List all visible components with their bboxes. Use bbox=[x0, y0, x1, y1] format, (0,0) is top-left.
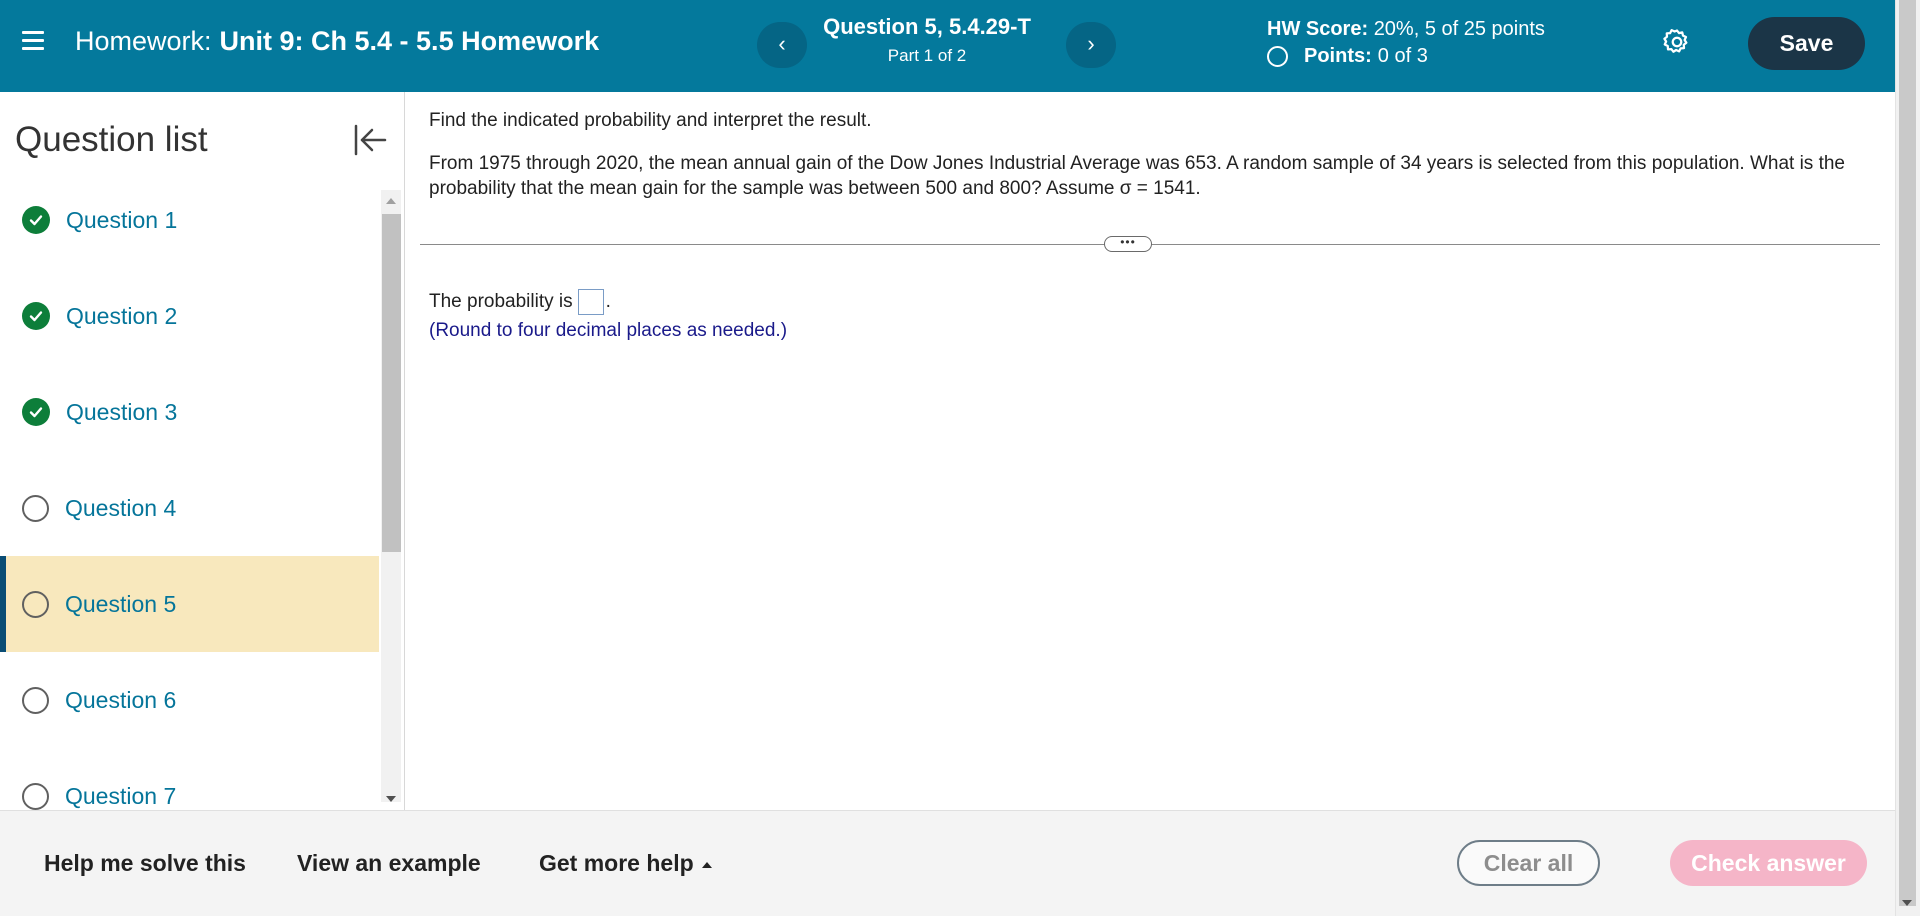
divider-resize-handle[interactable]: ••• bbox=[1104, 236, 1152, 252]
scroll-up-arrow-icon[interactable] bbox=[386, 198, 396, 204]
homework-name: Unit 9: Ch 5.4 - 5.5 Homework bbox=[219, 26, 600, 56]
collapse-left-icon[interactable] bbox=[352, 122, 388, 158]
question-area: Find the indicated probability and inter… bbox=[420, 92, 1880, 810]
question-item-7[interactable]: Question 7 bbox=[0, 748, 379, 810]
view-example-button[interactable]: View an example bbox=[297, 850, 481, 877]
answer-line: The probability is . bbox=[429, 289, 611, 315]
points-value: 0 of 3 bbox=[1377, 45, 1428, 67]
sidebar-scrollbar-thumb[interactable] bbox=[382, 214, 401, 552]
chevron-left-icon: ‹ bbox=[778, 31, 786, 56]
question-part: Part 1 of 2 bbox=[887, 46, 967, 65]
question-item-5[interactable]: Question 5 bbox=[0, 556, 379, 652]
question-item-3[interactable]: Question 3 bbox=[0, 364, 379, 460]
help-me-solve-button[interactable]: Help me solve this bbox=[44, 850, 246, 877]
gear-icon[interactable] bbox=[1662, 27, 1692, 57]
hw-score: HW Score: 20%, 5 of 25 points bbox=[1267, 18, 1545, 41]
question-item-label: Question 2 bbox=[66, 302, 178, 329]
empty-circle-icon bbox=[22, 590, 49, 618]
hw-score-value: 20%, 5 of 25 points bbox=[1373, 18, 1545, 40]
homework-prefix: Homework: bbox=[75, 26, 212, 56]
next-question-button[interactable]: › bbox=[1066, 22, 1116, 68]
empty-circle-icon bbox=[1267, 46, 1288, 67]
clear-all-button[interactable]: Clear all bbox=[1457, 840, 1600, 886]
answer-suffix: . bbox=[605, 291, 611, 312]
question-item-1[interactable]: Question 1 bbox=[0, 172, 379, 268]
sidebar-title: Question list bbox=[15, 120, 208, 159]
check-circle-icon bbox=[22, 398, 50, 426]
rounding-note: (Round to four decimal places as needed.… bbox=[429, 320, 788, 341]
question-title: Question 5, 5.4.29-T bbox=[823, 14, 1031, 39]
question-item-label: Question 3 bbox=[66, 398, 178, 425]
points-status: Points: 0 of 3 bbox=[1267, 45, 1428, 68]
empty-circle-icon bbox=[22, 494, 49, 522]
question-list-sidebar: Question list Question 1 Question 2 Ques… bbox=[0, 92, 405, 810]
question-item-label: Question 5 bbox=[65, 590, 177, 617]
get-more-help-button[interactable]: Get more help bbox=[539, 850, 712, 877]
footer-bar: Help me solve this View an example Get m… bbox=[0, 810, 1895, 916]
question-item-label: Question 7 bbox=[65, 782, 177, 809]
empty-circle-icon bbox=[22, 686, 49, 714]
get-more-help-label: Get more help bbox=[539, 850, 694, 876]
question-list: Question 1 Question 2 Question 3 Questio… bbox=[0, 172, 379, 810]
question-item-4[interactable]: Question 4 bbox=[0, 460, 379, 556]
header-bar: Homework: Unit 9: Ch 5.4 - 5.5 Homework ‹… bbox=[0, 0, 1895, 92]
app-window: Homework: Unit 9: Ch 5.4 - 5.5 Homework ‹… bbox=[0, 0, 1920, 916]
points-label: Points: bbox=[1304, 45, 1372, 67]
hw-score-label: HW Score: bbox=[1267, 18, 1369, 40]
probability-answer-input[interactable] bbox=[577, 289, 604, 315]
question-item-label: Question 4 bbox=[65, 494, 177, 521]
chevron-right-icon: › bbox=[1087, 31, 1095, 56]
save-button[interactable]: Save bbox=[1748, 17, 1865, 70]
question-problem-text: From 1975 through 2020, the mean annual … bbox=[429, 153, 1845, 199]
check-answer-button[interactable]: Check answer bbox=[1670, 840, 1867, 886]
empty-circle-icon bbox=[22, 782, 49, 810]
question-item-2[interactable]: Question 2 bbox=[0, 268, 379, 364]
window-scroll-down-arrow-icon[interactable] bbox=[1902, 900, 1912, 906]
scroll-down-arrow-icon[interactable] bbox=[386, 796, 396, 802]
check-circle-icon bbox=[22, 302, 50, 330]
answer-prefix: The probability is bbox=[429, 291, 573, 312]
question-item-label: Question 1 bbox=[66, 206, 178, 233]
previous-question-button[interactable]: ‹ bbox=[757, 22, 807, 68]
question-item-6[interactable]: Question 6 bbox=[0, 652, 379, 748]
caret-up-icon bbox=[701, 861, 712, 868]
window-scrollbar-thumb[interactable] bbox=[1899, 0, 1916, 906]
question-item-label: Question 6 bbox=[65, 686, 177, 713]
check-circle-icon bbox=[22, 206, 50, 234]
question-instruction: Find the indicated probability and inter… bbox=[429, 110, 872, 131]
hamburger-menu-icon[interactable] bbox=[22, 31, 44, 53]
homework-title: Homework: Unit 9: Ch 5.4 - 5.5 Homework bbox=[75, 26, 599, 57]
